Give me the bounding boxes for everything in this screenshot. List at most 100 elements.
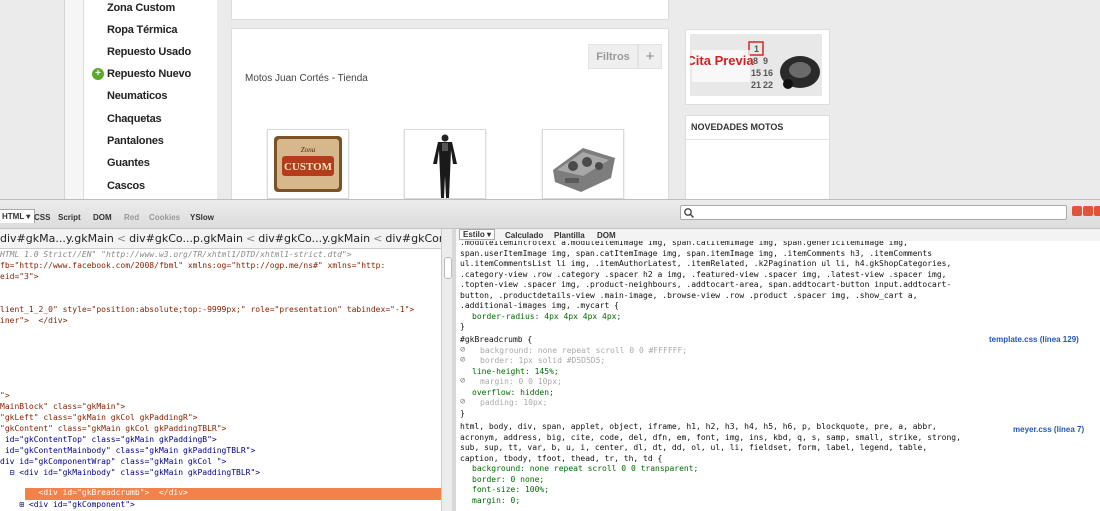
zona-text: Zona [301,146,316,154]
html-line[interactable]: id="gkContentTop" class="gkMain gkPaddin… [0,435,217,446]
css-property-line[interactable]: margin: 0; [472,496,520,506]
cita-previa-text: Cita Previa [690,53,754,68]
css-property-line[interactable]: border: 0 none; [472,475,544,485]
category-link-ropa-termica[interactable]: Ropa Térmica [107,24,178,36]
tab-dom[interactable]: DOM [93,213,112,222]
css-rules-pane: .moduleItemIntrotext a.moduleItemImage i… [460,241,1100,511]
product-thumb-engine-block[interactable] [542,129,624,199]
cita-previa-banner-image[interactable]: 1 8 9 15 16 21 22 Cita Previa [690,34,822,96]
category-link-zona-custom[interactable]: Zona Custom [107,2,175,14]
disabled-rule-icon[interactable]: ⊘ [460,355,465,365]
category-link-pantalones[interactable]: Pantalones [107,135,164,147]
svg-text:15: 15 [751,68,761,78]
filters-button[interactable]: Filtros [588,44,638,69]
tab-cookies[interactable]: Cookies [149,213,180,222]
category-link-guantes[interactable]: Guantes [107,157,150,169]
css-property-line[interactable]: background: none repeat scroll 0 0 #FFFF… [480,346,687,356]
svg-text:8: 8 [753,56,758,66]
tab-red[interactable]: Red [124,213,139,222]
html-line[interactable]: "gkContent" class="gkMain gkCol gkPaddin… [0,424,226,435]
breadcrumb-item[interactable]: div#gkMa...y.gkMain [0,232,114,245]
css-property-line[interactable]: margin: 0 0 10px; [480,377,562,387]
svg-text:9: 9 [763,56,768,66]
html-line[interactable]: MainBlock" class="gkMain"> [0,402,125,413]
html-line[interactable]: div id="gkComponentWrap" class="gkMain g… [0,457,226,468]
tab-calculado[interactable]: Calculado [505,231,543,240]
selected-node[interactable]: <div id="gkBreadcrumb"> </div> [25,488,441,500]
svg-text:22: 22 [763,80,773,90]
html-line[interactable]: "gkLeft" class="gkMain gkCol gkPaddingR"… [0,413,197,424]
css-property-line[interactable]: padding: 10px; [480,398,547,408]
breadcrumb-item[interactable]: div#gkCo...p.gkMain [129,232,243,245]
zona-custom-sign-image: Zona CUSTOM [274,136,342,192]
disabled-rule-icon[interactable]: ⊘ [460,376,465,386]
css-selector-line: caption, tbody, tfoot, thead, tr, th, td… [460,453,663,463]
html-line[interactable]: ⊞ <div id="gkComponent"> [0,500,135,511]
pane-splitter[interactable] [452,229,456,511]
svg-text:1: 1 [754,44,759,54]
tab-estilo[interactable]: Estilo ▾ [459,229,496,240]
style-side-tabs: Estilo ▾ Calculado Plantilla DOM [456,229,1100,241]
html-line[interactable]: lient_1_2_0" style="position:absolute;to… [0,305,414,316]
breadcrumb-item[interactable]: div#gkCo...y.gkMain [258,232,370,245]
tab-script[interactable]: Script [58,213,81,222]
category-link-repuesto-usado[interactable]: Repuesto Usado [107,46,191,58]
css-selector-line: acronym, address, big, cite, code, del, … [460,432,961,442]
css-property-line[interactable]: border-radius: 4px 4px 4px 4px; [472,312,621,322]
css-selector-line: button, .productdetails-view .main-image… [460,290,918,300]
css-selector-line: sub, sup, tt, var, b, u, i, center, dl, … [460,443,928,452]
css-property-line[interactable]: line-height: 145%; [472,367,559,377]
news-title: NOVEDADES MOTOS [691,122,784,132]
racing-suit-image [433,134,457,198]
engine-block-image [553,148,615,192]
svg-text:21: 21 [751,80,761,90]
tab-yslow[interactable]: YSlow [190,213,214,222]
detach-icon[interactable] [1083,206,1093,216]
css-selector-line: .additional-images img, .mycart { [460,301,619,310]
css-selector-line: .topten-view .spacer img, .product-neigh… [460,280,952,289]
tab-dom-side[interactable]: DOM [597,231,616,240]
html-line[interactable]: ⊟ <div id="gkMainbody" class="gkMain gkP… [0,468,260,479]
content-top-box [231,0,669,20]
shop-title: Motos Juan Cortés - Tienda [245,73,368,84]
css-selector-line: span.userItemImage img, span.catItemImag… [460,248,933,258]
category-link-neumaticos[interactable]: Neumaticos [107,90,168,102]
css-selector-line: #gkBreadcrumb { [460,335,533,344]
css-property-line[interactable]: overflow: hidden; [472,388,554,398]
html-line[interactable]: id="gkContentMainbody" class="gkMain gkP… [0,446,255,457]
product-thumb-zona-custom[interactable]: Zona CUSTOM [267,129,349,199]
meyer-css-link[interactable]: meyer.css (línea 7) [1013,425,1084,434]
css-selector-line: } [460,408,465,418]
plus-icon[interactable]: + [92,68,104,80]
devtools-toolbar: HTML ▾ CSS Script DOM Red Cookies YSlow [0,199,1100,229]
category-link-cascos[interactable]: Cascos [107,180,145,192]
website-viewport: Zona Custom Ropa Térmica Repuesto Usado … [0,0,1100,199]
add-filter-button[interactable]: + [638,44,662,69]
css-property-line[interactable]: border: 1px solid #D5D5D5; [480,356,605,366]
disabled-rule-icon[interactable]: ⊘ [460,345,465,355]
search-icon [684,208,695,219]
product-thumb-racing-suit[interactable] [404,129,486,199]
html-line[interactable]: eid="3"> [0,272,39,283]
tab-css[interactable]: CSS [34,213,50,222]
css-selector-line: } [460,322,465,331]
category-link-chaquetas[interactable]: Chaquetas [107,113,162,125]
category-link-repuesto-nuevo[interactable]: Repuesto Nuevo [107,68,191,80]
html-line[interactable]: "> [0,391,10,402]
devtools-search-input[interactable] [680,205,1067,220]
template-css-link[interactable]: template.css (línea 129) [989,335,1079,344]
close-icon[interactable] [1094,206,1100,216]
svg-text:16: 16 [763,68,773,78]
firebug-devtools: HTML ▾ CSS Script DOM Red Cookies YSlow … [0,199,1100,511]
tab-html[interactable]: HTML ▾ [0,209,36,223]
css-property-line[interactable]: background: none repeat scroll 0 0 trans… [472,464,698,474]
minimize-icon[interactable] [1072,206,1082,216]
html-line[interactable]: fb="http://www.facebook.com/2008/fbml" x… [0,261,385,272]
css-selector-line: html, body, div, span, applet, object, i… [460,422,937,431]
tab-plantilla[interactable]: Plantilla [554,231,585,240]
html-scrollbar-thumb[interactable] [444,257,452,279]
disabled-rule-icon[interactable]: ⊘ [460,397,465,407]
html-line[interactable]: iner"> </div> [0,316,67,327]
css-property-line[interactable]: font-size: 100%; [472,485,549,495]
svg-text:CUSTOM: CUSTOM [284,161,333,173]
